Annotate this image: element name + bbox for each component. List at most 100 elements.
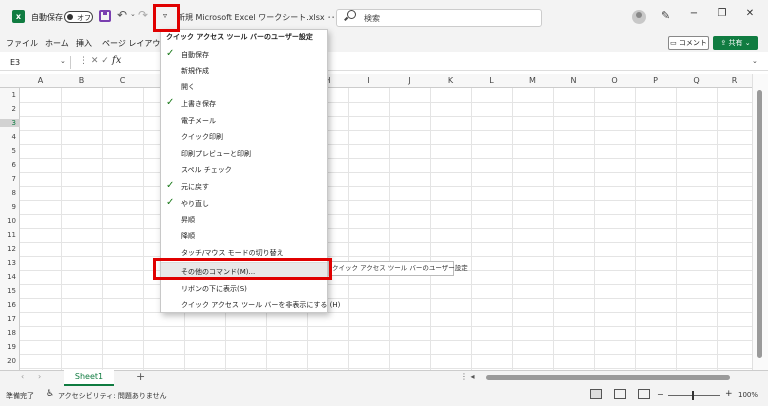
qat-menu-item[interactable]: ✓ やり直し bbox=[161, 195, 327, 211]
qat-menu-item[interactable]: クイック アクセス ツール バーを非表示にする (H) bbox=[161, 296, 340, 312]
pen-icon[interactable]: ✎ bbox=[661, 9, 670, 22]
save-icon[interactable] bbox=[99, 10, 111, 22]
redo-icon[interactable]: ↷ bbox=[138, 8, 148, 22]
formula-controls[interactable]: ⋮ ✕ ✓ bbox=[79, 56, 109, 66]
column-header[interactable]: P bbox=[635, 76, 676, 85]
row-header[interactable]: 7 bbox=[0, 175, 20, 183]
tab-insert[interactable]: 挿入 bbox=[76, 38, 92, 49]
column-gridline bbox=[430, 88, 431, 370]
tab-page-layout[interactable]: ページ レイアウト bbox=[102, 38, 168, 49]
qat-menu-item[interactable]: リボンの下に表示(S) bbox=[161, 279, 327, 295]
row-header[interactable]: 8 bbox=[0, 189, 20, 197]
qat-menu-item[interactable]: 印刷プレビューと印刷 bbox=[161, 145, 327, 161]
sheet-tab-active[interactable]: Sheet1 bbox=[64, 370, 114, 386]
highlight-qat-button bbox=[153, 4, 180, 32]
page-layout-view-button[interactable] bbox=[614, 389, 626, 399]
zoom-slider[interactable] bbox=[668, 395, 720, 396]
row-header[interactable]: 4 bbox=[0, 133, 20, 141]
page-break-view-button[interactable] bbox=[638, 389, 650, 399]
row-header[interactable]: 9 bbox=[0, 203, 20, 211]
comment-label: コメント bbox=[678, 39, 707, 47]
row-header[interactable]: 2 bbox=[0, 105, 20, 113]
normal-view-button[interactable] bbox=[590, 389, 602, 399]
comment-button[interactable]: ▭ コメント bbox=[668, 36, 709, 50]
column-header[interactable]: N bbox=[553, 76, 594, 85]
column-gridline bbox=[594, 88, 595, 370]
row-header[interactable]: 1 bbox=[0, 91, 20, 99]
qat-menu-item[interactable]: ✓ 上書き保存 bbox=[161, 95, 327, 111]
column-gridline bbox=[553, 88, 554, 370]
qat-menu-item-label: やり直し bbox=[181, 200, 209, 208]
qat-menu-item[interactable]: 電子メール bbox=[161, 112, 327, 128]
formula-expand-icon[interactable]: ⌄ bbox=[752, 57, 758, 65]
column-gridline bbox=[143, 88, 144, 370]
qat-menu-item[interactable]: スペル チェック bbox=[161, 161, 327, 177]
qat-menu-item[interactable]: 開く bbox=[161, 78, 327, 94]
zoom-level[interactable]: 100% bbox=[738, 391, 758, 399]
column-header[interactable]: L bbox=[471, 76, 512, 85]
column-header[interactable]: Q bbox=[676, 76, 717, 85]
row-header[interactable]: 6 bbox=[0, 161, 20, 169]
row-header[interactable]: 12 bbox=[0, 245, 20, 253]
check-icon: ✓ bbox=[166, 48, 175, 59]
tab-home[interactable]: ホーム bbox=[45, 38, 69, 49]
row-header[interactable]: 17 bbox=[0, 315, 20, 323]
vertical-scroll-thumb[interactable] bbox=[757, 90, 762, 358]
autosave-toggle[interactable]: オフ bbox=[64, 11, 93, 23]
column-header[interactable]: M bbox=[512, 76, 553, 85]
qat-menu-item[interactable]: 新規作成 bbox=[161, 62, 327, 78]
row-header[interactable]: 3 bbox=[0, 119, 20, 127]
horizontal-scroll-thumb[interactable] bbox=[486, 375, 730, 380]
status-ready: 準備完了 bbox=[6, 392, 34, 400]
zoom-in-button[interactable]: + bbox=[725, 389, 733, 399]
row-gridline bbox=[20, 368, 752, 369]
tab-file[interactable]: ファイル bbox=[6, 38, 38, 49]
undo-icon[interactable]: ↶ bbox=[117, 8, 127, 22]
maximize-button[interactable]: ❐ bbox=[710, 8, 734, 24]
row-header[interactable]: 13 bbox=[0, 259, 20, 267]
close-button[interactable]: ✕ bbox=[738, 8, 762, 24]
row-header[interactable]: 16 bbox=[0, 301, 20, 309]
sheet-next-icon[interactable]: › bbox=[38, 372, 41, 381]
tab-split-handle[interactable]: ⋮ ◂ bbox=[460, 372, 475, 381]
sheet-prev-icon[interactable]: ‹ bbox=[21, 372, 24, 381]
row-header[interactable]: 19 bbox=[0, 343, 20, 351]
row-header[interactable]: 14 bbox=[0, 273, 20, 281]
column-header[interactable]: J bbox=[389, 76, 430, 85]
qat-menu-item[interactable]: 昇順 bbox=[161, 211, 327, 227]
accessibility-status[interactable]: アクセシビリティ: 問題ありません bbox=[58, 391, 167, 401]
zoom-out-button[interactable]: − bbox=[657, 390, 664, 399]
row-header[interactable]: 11 bbox=[0, 231, 20, 239]
column-header[interactable]: R bbox=[717, 76, 752, 85]
column-header[interactable]: K bbox=[430, 76, 471, 85]
zoom-slider-thumb[interactable] bbox=[692, 391, 694, 400]
minimize-button[interactable]: − bbox=[682, 8, 706, 24]
undo-dropdown-icon[interactable]: ⌄ bbox=[130, 10, 136, 18]
column-header[interactable]: O bbox=[594, 76, 635, 85]
accessibility-icon[interactable]: ♿ bbox=[46, 389, 54, 399]
row-header[interactable]: 20 bbox=[0, 357, 20, 365]
tooltip: クイック アクセス ツール バーのユーザー設定 bbox=[328, 261, 468, 276]
insert-function-icon[interactable]: fx bbox=[112, 55, 121, 66]
row-header[interactable]: 15 bbox=[0, 287, 20, 295]
share-button[interactable]: ⇪ 共有 ⌄ bbox=[713, 36, 758, 50]
account-icon[interactable] bbox=[632, 10, 646, 24]
row-header[interactable]: 18 bbox=[0, 329, 20, 337]
row-header[interactable]: 10 bbox=[0, 217, 20, 225]
column-header[interactable]: A bbox=[20, 76, 61, 85]
column-header[interactable]: I bbox=[348, 76, 389, 85]
name-box-dropdown-icon[interactable]: ⌄ bbox=[60, 57, 66, 65]
qat-menu-item[interactable]: 降順 bbox=[161, 227, 327, 243]
column-header[interactable]: B bbox=[61, 76, 102, 85]
row-gridline bbox=[20, 326, 752, 327]
column-gridline bbox=[348, 88, 349, 370]
row-header[interactable]: 5 bbox=[0, 147, 20, 155]
row-header-bar bbox=[0, 88, 20, 370]
qat-menu-item[interactable]: クイック印刷 bbox=[161, 128, 327, 144]
column-gridline bbox=[471, 88, 472, 370]
qat-menu-item[interactable]: ✓ 自動保存 bbox=[161, 46, 327, 62]
qat-menu-item-label: 印刷プレビューと印刷 bbox=[181, 150, 251, 158]
add-sheet-button[interactable]: + bbox=[136, 370, 145, 383]
qat-menu-item[interactable]: ✓ 元に戻す bbox=[161, 178, 327, 194]
column-header[interactable]: C bbox=[102, 76, 143, 85]
